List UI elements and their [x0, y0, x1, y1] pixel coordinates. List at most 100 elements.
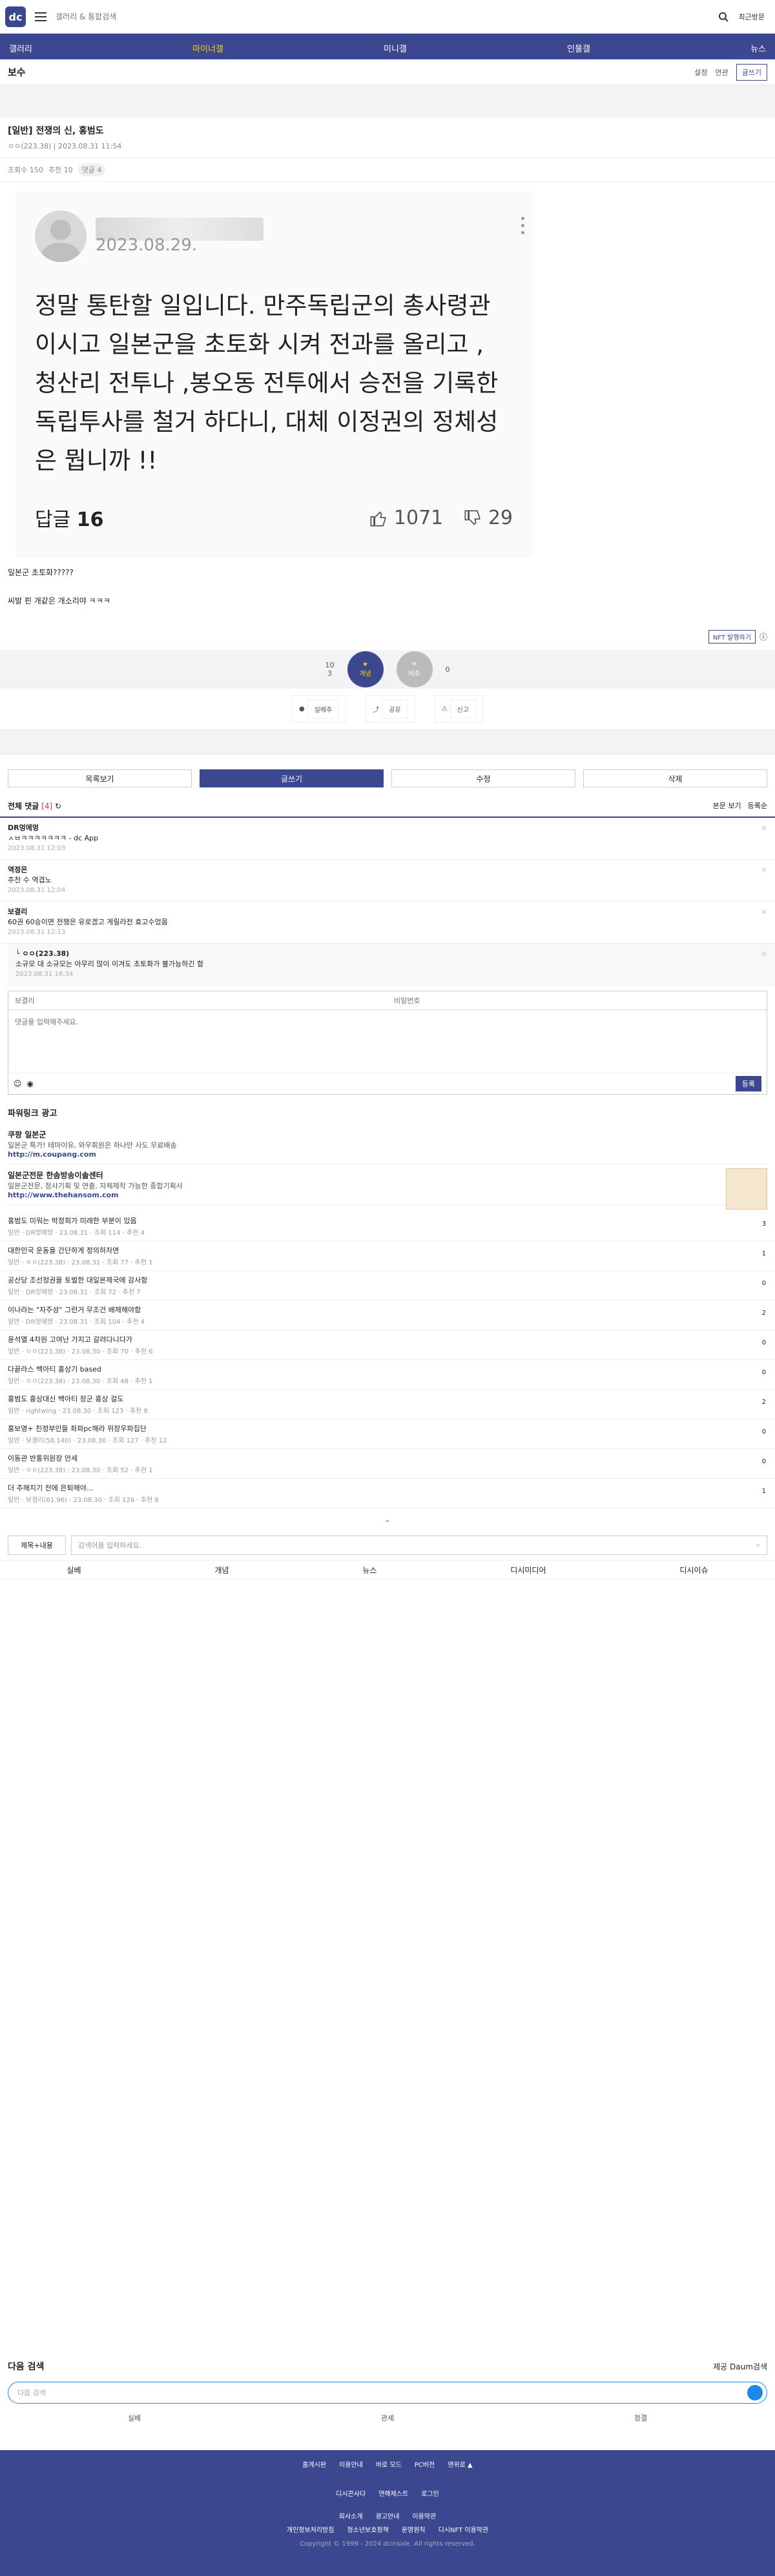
- footer-link[interactable]: 청소년보호정책: [347, 2524, 388, 2534]
- sort-button[interactable]: 등록순: [748, 800, 767, 811]
- footer-link[interactable]: 홈게시판: [302, 2459, 326, 2469]
- list-item[interactable]: 이동관 반통위원장 안세 일반 · ㅇㅇ(223.38) · 23.08.30 ·…: [0, 1449, 775, 1479]
- list-item[interactable]: 홍범도 미워는 박정희가 미래한 부분이 있음 일반 · DR멍에멍 · 23.0…: [0, 1212, 775, 1241]
- nav-person-gallery[interactable]: 인물갤: [567, 42, 590, 54]
- ad-item[interactable]: 쿠팡 일본군 일본군 특가! 테마이유, 와우회원은 하나만 사도 무료배송 h…: [8, 1124, 767, 1164]
- list-item-meta: 일반 · ㅇㅇ(223.38) · 23.08.31 · 조회 77 · 추천 …: [8, 1259, 153, 1266]
- nav-news[interactable]: 뉴스: [750, 42, 766, 54]
- emoticon-icon[interactable]: ☺: [14, 1079, 22, 1088]
- ad-item[interactable]: 일본군전문 한솜방송이솔센터 일본군전문, 정사기획 및 연출, 자체제작 가능…: [8, 1164, 767, 1210]
- daum-keyword[interactable]: 정결: [634, 2413, 647, 2423]
- footer-link[interactable]: 바로 모드: [376, 2459, 402, 2469]
- nav-gallery[interactable]: 갤러리: [9, 42, 32, 54]
- comment-nick[interactable]: DR멍에멍: [8, 823, 767, 833]
- menu-icon[interactable]: [31, 7, 50, 26]
- footer-link[interactable]: 디시NFT 이용약관: [439, 2524, 489, 2534]
- delete-button[interactable]: 삭제: [583, 769, 767, 787]
- comment-form: ☺ ◉ 등록: [8, 991, 767, 1095]
- category-item[interactable]: 디시미디어: [510, 1565, 546, 1576]
- search-icon[interactable]: ⌕: [756, 1541, 760, 1550]
- list-item[interactable]: 이나라는 "자주성" 그런거 무조건 배제해야함 일반 · DR멍에멍 · 23.…: [0, 1301, 775, 1330]
- footer-link[interactable]: 연해제스트: [378, 2488, 408, 2498]
- post-author[interactable]: ㅇㅇ(223.38): [8, 142, 51, 150]
- footer-link[interactable]: 개인정보처리방침: [287, 2524, 335, 2534]
- dislike-group: 29: [464, 507, 513, 529]
- list-item[interactable]: 윤석열 4차원 고여난 가지고 갈려다니다가 일반 · ㅇㅇ(223.38) · …: [0, 1330, 775, 1360]
- footer-link[interactable]: 로그인: [421, 2488, 439, 2498]
- footer-link[interactable]: 운영원칙: [402, 2524, 426, 2534]
- footer-link[interactable]: 이용안내: [339, 2459, 363, 2469]
- footer-link[interactable]: PC버전: [415, 2459, 435, 2469]
- list-item[interactable]: 대한민국 운동을 간단하게 정의하자면 일반 · ㅇㅇ(223.38) · 23.…: [0, 1241, 775, 1271]
- nav-minor-gallery[interactable]: 마이너갤: [192, 42, 223, 54]
- ad-item-url: http://m.coupang.com: [8, 1150, 96, 1159]
- report-button[interactable]: ⚠ 신고: [434, 695, 484, 723]
- category-item[interactable]: 실베: [67, 1565, 81, 1576]
- daum-keyword[interactable]: 실베: [128, 2413, 141, 2423]
- footer-link[interactable]: 이용약관: [412, 2511, 436, 2520]
- nickname-input[interactable]: [8, 991, 388, 1009]
- write-button-top[interactable]: 글쓰기: [736, 63, 767, 81]
- more-arrow-icon[interactable]: ⌄: [0, 1508, 775, 1530]
- list-item[interactable]: 홍보영+ 친정부인들 좌파pc해라 위장우파집단 일반 · 보결리(58.140)…: [0, 1419, 775, 1449]
- category-item[interactable]: 개념: [214, 1565, 229, 1576]
- delete-icon[interactable]: ✕: [761, 823, 767, 833]
- submit-comment-button[interactable]: 등록: [735, 1076, 761, 1091]
- list-item-comment-count: 0: [761, 1339, 766, 1346]
- settings-button[interactable]: 설정: [694, 67, 707, 77]
- recent-visit-button[interactable]: 최근방문: [734, 9, 770, 25]
- board-search-input[interactable]: 검색어를 입력하세요. ⌕: [71, 1536, 767, 1555]
- category-row: 실베 개념 뉴스 디시미디어 디시이슈: [0, 1560, 775, 1579]
- list-button[interactable]: 목록보기: [8, 769, 192, 787]
- help-icon[interactable]: ⓘ: [760, 631, 767, 642]
- nft-issue-button[interactable]: NFT 발행하기: [708, 630, 756, 644]
- edit-button[interactable]: 수정: [391, 769, 575, 787]
- list-item-comment-count: 1: [761, 1250, 766, 1257]
- category-item[interactable]: 디시이슈: [679, 1565, 708, 1576]
- recommend-down-button[interactable]: ✕ 비추: [396, 651, 433, 687]
- comment-nick[interactable]: 보결리: [8, 907, 767, 917]
- daum-search-input[interactable]: 다음 검색: [8, 2382, 767, 2404]
- post-meta: ㅇㅇ(223.38) | 2023.08.31 11:54: [8, 142, 122, 150]
- write-button[interactable]: 글쓰기: [200, 769, 384, 787]
- voice-icon[interactable]: ◉: [27, 1079, 34, 1088]
- footer-link[interactable]: 디시콘사다: [336, 2488, 366, 2498]
- daum-keyword[interactable]: 관세: [381, 2413, 394, 2423]
- comment-count-badge[interactable]: 댓글 4: [78, 163, 106, 176]
- delete-icon[interactable]: ✕: [761, 865, 767, 875]
- share-button[interactable]: ⤴ 공유: [366, 695, 415, 723]
- list-item[interactable]: 다끝라스 백아티 홍상기 based 일반 · ㅇㅇ(223.38) · 23.0…: [0, 1360, 775, 1390]
- search-type-select[interactable]: 제목+내용: [8, 1536, 66, 1555]
- footer-link[interactable]: 맨위로 ▲: [448, 2459, 472, 2469]
- dc-logo[interactable]: dc: [5, 6, 26, 27]
- footer-link[interactable]: 광고안내: [376, 2511, 400, 2520]
- related-button[interactable]: 연관: [715, 67, 728, 77]
- comments-title: 전체 댓글: [8, 802, 39, 811]
- list-item-comment-count: 2: [761, 1310, 766, 1317]
- nav-mini-gallery[interactable]: 미니갤: [384, 42, 407, 54]
- comment-textarea[interactable]: [8, 1010, 767, 1071]
- silbe-button[interactable]: ● 실베추: [291, 695, 347, 723]
- search-area: [56, 6, 734, 27]
- list-item[interactable]: 더 추해지기 전에 은퇴해야... 일반 · 보결리(61.96) · 23.08…: [0, 1479, 775, 1508]
- category-item[interactable]: 뉴스: [362, 1565, 377, 1576]
- delete-icon[interactable]: ✕: [761, 907, 767, 917]
- list-item[interactable]: 홍범도 흉상대신 백아티 장군 흉상 걸도 일반 · rightwing · 23…: [0, 1390, 775, 1419]
- password-input[interactable]: [388, 991, 767, 1009]
- refresh-icon[interactable]: ↻: [55, 802, 61, 811]
- footer-link[interactable]: 회사소개: [339, 2511, 363, 2520]
- comment-nick[interactable]: 역정은: [8, 865, 767, 875]
- search-icon[interactable]: [713, 6, 734, 27]
- list-item[interactable]: 공산당 조선정권을 토벌한 대일본제국에 감사함 일반 · DR멍에멍 · 23.…: [0, 1271, 775, 1301]
- board-title[interactable]: 보수: [8, 65, 26, 79]
- rec-up-label: 개념: [359, 671, 371, 678]
- daum-search-section: 다음 검색 제공 Daum검색 다음 검색 실베 관세 정결: [0, 2360, 775, 2423]
- daum-search-icon[interactable]: [747, 2385, 763, 2400]
- search-input[interactable]: [56, 7, 713, 26]
- delete-icon[interactable]: ✕: [761, 949, 767, 959]
- recommend-up-button[interactable]: ★ 개념: [347, 651, 384, 687]
- view-body-button[interactable]: 본문 보기: [713, 800, 741, 811]
- post-list: 홍범도 미워는 박정희가 미래한 부분이 있음 일반 · DR멍에멍 · 23.0…: [0, 1212, 775, 1508]
- comment-nick[interactable]: ㅇㅇ(223.38): [16, 949, 767, 959]
- list-item-title: 공산당 조선정권을 토벌한 대일본제국에 감사함: [8, 1276, 148, 1284]
